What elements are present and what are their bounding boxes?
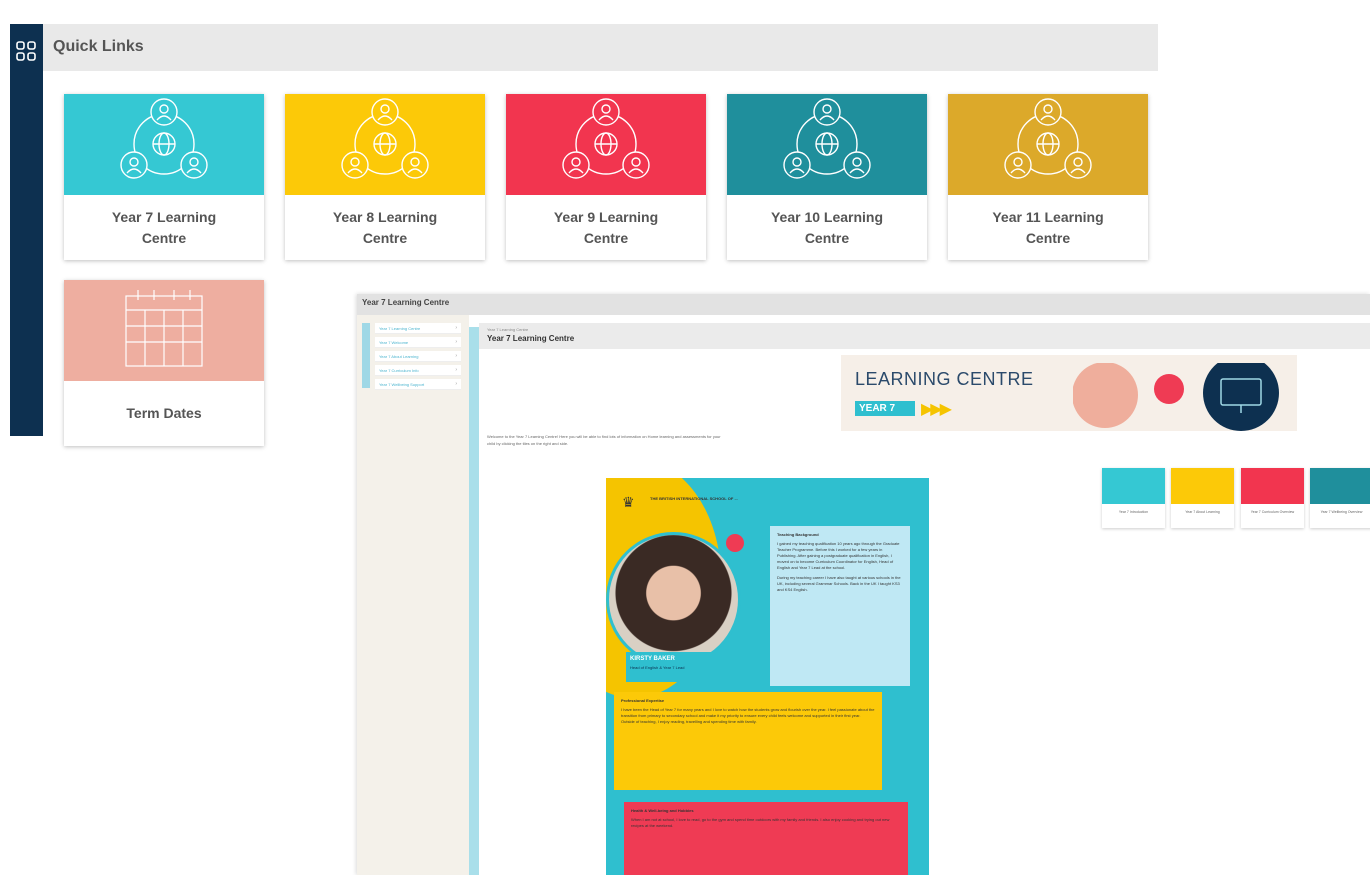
chevron-right-icon: › xyxy=(455,353,457,359)
quick-links-header: Quick Links xyxy=(43,24,1158,71)
nav-item-label: Year 7 Wellbeing Support xyxy=(379,382,425,387)
page-title: Year 7 Learning Centre xyxy=(487,334,575,343)
people-network-icon xyxy=(338,97,432,192)
nav-item-label: Year 7 Learning Centre xyxy=(379,326,421,331)
intro-text: Welcome to the Year 7 Learning Centre! H… xyxy=(487,434,721,446)
teacher-role: Head of English & Year 7 Lead xyxy=(630,665,685,670)
side-rail xyxy=(10,24,43,436)
teacher-photo xyxy=(606,532,741,667)
nav-item[interactable]: Year 7 Welcome › xyxy=(375,337,461,348)
card-label: Year 8 Learning Centre xyxy=(332,208,438,246)
mini-link-tile[interactable]: Year 7 Wellbeing Overview xyxy=(1310,468,1370,528)
card-label: Year 10 Learning Centre xyxy=(770,208,884,246)
card-label: Year 11 Learning Centre xyxy=(992,208,1104,246)
teacher-name: KIRSTY BAKER xyxy=(630,656,675,662)
teaching-text-more: During my teaching career I have also ta… xyxy=(777,575,901,592)
calendar-icon xyxy=(124,288,204,373)
banner-title: LEARNING CENTRE xyxy=(855,369,1034,389)
card-banner xyxy=(285,94,485,195)
quick-link-card[interactable]: Term Dates xyxy=(64,280,264,446)
decorative-dot xyxy=(726,534,744,552)
mini-tile-banner xyxy=(1310,468,1370,504)
teaching-text: I gained my teaching qualification 10 ye… xyxy=(777,541,900,570)
chevron-right-icon: › xyxy=(455,339,457,345)
mini-tile-banner xyxy=(1171,468,1234,504)
card-label: Term Dates xyxy=(126,405,202,421)
arrows-icon: ▶▶▶ xyxy=(921,401,952,418)
chevron-right-icon: › xyxy=(455,325,457,331)
card-label: Year 7 Learning Centre xyxy=(111,208,217,246)
window-title: Year 7 Learning Centre xyxy=(362,298,450,307)
card-banner xyxy=(727,94,927,195)
hobbies-heading: Health & Well-being and Hobbies xyxy=(631,808,694,813)
school-name: THE BRITISH INTERNATIONAL SCHOOL OF ... xyxy=(650,496,738,501)
mini-link-tile[interactable]: Year 7 Introduction xyxy=(1102,468,1165,528)
grid-icon[interactable] xyxy=(15,40,37,67)
expertise-text: I have been the Head of Year 7 for many … xyxy=(621,707,875,724)
banner-illustration xyxy=(1073,363,1279,431)
chevron-right-icon: › xyxy=(455,381,457,387)
quick-links-title: Quick Links xyxy=(53,38,144,55)
mini-link-tile[interactable]: Year 7 Curriculum Overview xyxy=(1241,468,1304,528)
expertise-heading: Professional Expertise xyxy=(621,698,665,703)
nav-accent-bar xyxy=(362,323,370,388)
learning-centre-banner: LEARNING CENTRE YEAR 7 ▶▶▶ xyxy=(841,355,1297,431)
quick-link-card[interactable]: Year 11 Learning Centre xyxy=(948,94,1148,260)
card-banner xyxy=(948,94,1148,195)
card-banner xyxy=(64,280,264,381)
window-titlebar: Year 7 Learning Centre xyxy=(357,294,1370,315)
mini-tile-banner xyxy=(1102,468,1165,504)
nav-item-label: Year 7 About Learning xyxy=(379,354,419,359)
section-nav: Year 7 Learning Centre › Year 7 Welcome › Ye… xyxy=(357,315,469,875)
nav-item[interactable]: Year 7 About Learning › xyxy=(375,351,461,362)
people-network-icon xyxy=(559,97,653,192)
hobbies-box: Health & Well-being and Hobbies When I a… xyxy=(624,802,908,875)
card-banner xyxy=(64,94,264,195)
mini-tile-label: Year 7 Curriculum Overview xyxy=(1250,510,1295,514)
quick-link-card[interactable]: Year 9 Learning Centre xyxy=(506,94,706,260)
screenshot-stage: Quick Links Year 7 Learning Centre Year 8… xyxy=(0,0,1370,875)
mini-tile-label: Year 7 Wellbeing Overview xyxy=(1320,510,1363,514)
learning-centre-window: Year 7 Learning Centre Year 7 Learning C… xyxy=(357,294,1370,875)
banner-year: YEAR 7 xyxy=(855,401,915,416)
content-stripe xyxy=(469,327,479,875)
teaching-heading: Teaching Background xyxy=(777,532,819,537)
nav-item-label: Year 7 Welcome xyxy=(379,340,409,345)
quick-link-card[interactable]: Year 10 Learning Centre xyxy=(727,94,927,260)
breadcrumb[interactable]: Year 7 Learning Centre xyxy=(487,327,528,332)
mini-tile-banner xyxy=(1241,468,1304,504)
quick-link-card[interactable]: Year 8 Learning Centre xyxy=(285,94,485,260)
people-network-icon xyxy=(1001,97,1095,192)
mini-link-tile[interactable]: Year 7 About Learning xyxy=(1171,468,1234,528)
people-network-icon xyxy=(117,97,211,192)
crown-icon: ♛ xyxy=(622,494,635,510)
nav-item[interactable]: Year 7 Curriculum Info › xyxy=(375,365,461,376)
card-banner xyxy=(506,94,706,195)
nav-item[interactable]: Year 7 Learning Centre › xyxy=(375,323,461,334)
mini-tile-label: Year 7 Introduction xyxy=(1118,510,1149,514)
expertise-box: Professional Expertise I have been the H… xyxy=(614,692,882,790)
nav-item-label: Year 7 Curriculum Info xyxy=(379,368,419,373)
quick-link-card[interactable]: Year 7 Learning Centre xyxy=(64,94,264,260)
mini-tile-label: Year 7 About Learning xyxy=(1185,510,1220,514)
teaching-background-box: Teaching Background I gained my teaching… xyxy=(770,526,910,686)
teacher-name-plate: KIRSTY BAKER Head of English & Year 7 Le… xyxy=(626,652,744,682)
people-network-icon xyxy=(780,97,874,192)
teacher-profile-poster: ♛ THE BRITISH INTERNATIONAL SCHOOL OF ..… xyxy=(606,478,929,875)
card-label: Year 9 Learning Centre xyxy=(553,208,659,246)
nav-item[interactable]: Year 7 Wellbeing Support › xyxy=(375,379,461,390)
content-header: Year 7 Learning Centre Year 7 Learning C… xyxy=(479,323,1370,349)
hobbies-text: When I am not at school, I love to read,… xyxy=(631,817,890,828)
learning-centre-content: Year 7 Learning Centre Year 7 Learning C… xyxy=(469,315,1370,875)
chevron-right-icon: › xyxy=(455,367,457,373)
